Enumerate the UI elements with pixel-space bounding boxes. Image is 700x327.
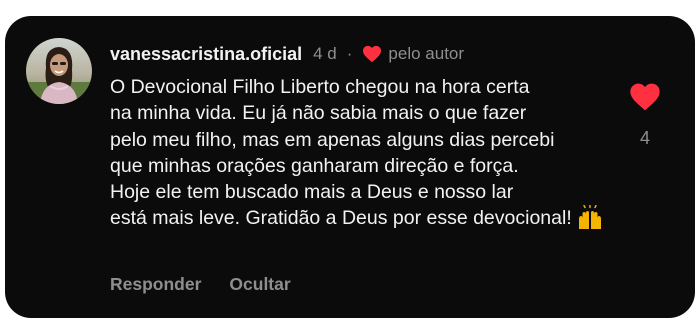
raising-hands-emoji-icon (576, 205, 604, 231)
heart-icon (362, 45, 382, 63)
comment-text-line: na minha vida. Eu já não sabia mais o qu… (110, 102, 527, 125)
heart-icon (630, 83, 660, 111)
comment-text: O Devocional Filho Liberto chegou na hor… (110, 74, 625, 232)
reply-button[interactable]: Responder (110, 274, 201, 295)
comment-card: vanessacristina.oficial 4 d · pelo autor… (5, 16, 695, 318)
separator-dot: · (346, 44, 353, 63)
avatar[interactable] (26, 38, 92, 104)
comment-text-line: está mais leve. Gratidão a Deus por esse… (110, 207, 572, 230)
comment-text-line-last: está mais leve. Gratidão a Deus por esse… (110, 205, 625, 231)
profile-photo (26, 38, 92, 104)
like-count: 4 (639, 128, 650, 148)
comment-actions: Responder Ocultar (110, 274, 291, 295)
comment-text-line: Hoje ele tem buscado mais a Deus e nosso… (110, 181, 514, 204)
like-button[interactable] (629, 82, 661, 112)
comment-text-line: O Devocional Filho Liberto chegou na hor… (110, 76, 530, 98)
comment-text-line: pelo meu filho, mas em apenas alguns dia… (110, 128, 555, 151)
timestamp: 4 d (313, 44, 337, 63)
comment-header: vanessacristina.oficial 4 d · pelo autor (110, 42, 464, 66)
comment-text-line: que minhas orações ganharam direção e fo… (110, 154, 519, 177)
username-link[interactable]: vanessacristina.oficial (110, 44, 302, 65)
liked-by-author-label: pelo autor (388, 44, 465, 63)
hide-button[interactable]: Ocultar (229, 274, 290, 295)
